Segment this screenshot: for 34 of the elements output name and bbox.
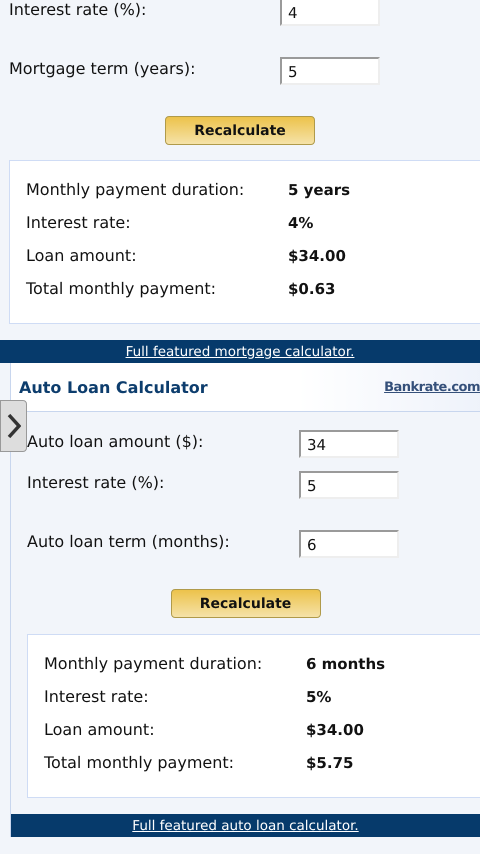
result-value: $34.00 bbox=[288, 246, 346, 264]
result-label: Total monthly payment: bbox=[44, 753, 236, 772]
result-label: Total monthly payment: bbox=[26, 279, 218, 298]
result-label: Interest rate: bbox=[44, 687, 150, 706]
result-label: Loan amount: bbox=[26, 246, 138, 265]
calculator-link[interactable]: Full featured auto loan calculator. bbox=[132, 818, 359, 834]
field-label: Interest rate (%): bbox=[9, 0, 148, 19]
expand-tab[interactable] bbox=[0, 400, 27, 452]
result-value: $0.63 bbox=[288, 280, 336, 298]
recalculate-button[interactable]: Recalculate bbox=[165, 116, 315, 145]
result-label: Monthly payment duration: bbox=[44, 654, 264, 673]
result-label: Monthly payment duration: bbox=[26, 180, 246, 199]
result-label: Interest rate: bbox=[26, 213, 132, 232]
chevron-right-icon bbox=[6, 413, 20, 439]
result-value: 4% bbox=[288, 214, 314, 232]
field-label: Mortgage term (years): bbox=[9, 58, 196, 78]
input-field[interactable]: 34 bbox=[299, 430, 399, 458]
input-field[interactable]: 5 bbox=[280, 57, 380, 85]
result-label: Loan amount: bbox=[44, 720, 156, 739]
result-value: $5.75 bbox=[306, 754, 354, 772]
result-value: 5 years bbox=[288, 180, 350, 198]
result-value: 5% bbox=[306, 688, 332, 706]
field-label: Interest rate (%): bbox=[27, 472, 166, 492]
field-label: Auto loan amount ($): bbox=[27, 431, 204, 451]
field-label: Auto loan term (months): bbox=[27, 531, 231, 551]
recalculate-button[interactable]: Recalculate bbox=[170, 589, 320, 618]
input-field[interactable]: 6 bbox=[299, 530, 399, 558]
input-field[interactable]: 4 bbox=[280, 0, 380, 26]
calculator-title: Auto Loan Calculator bbox=[19, 378, 208, 396]
input-field[interactable]: 5 bbox=[299, 471, 399, 499]
logo: Bankrate.com bbox=[384, 380, 480, 394]
calculator-link[interactable]: Full featured mortgage calculator. bbox=[126, 344, 354, 360]
result-value: $34.00 bbox=[306, 720, 364, 738]
result-value: 6 months bbox=[306, 654, 386, 672]
